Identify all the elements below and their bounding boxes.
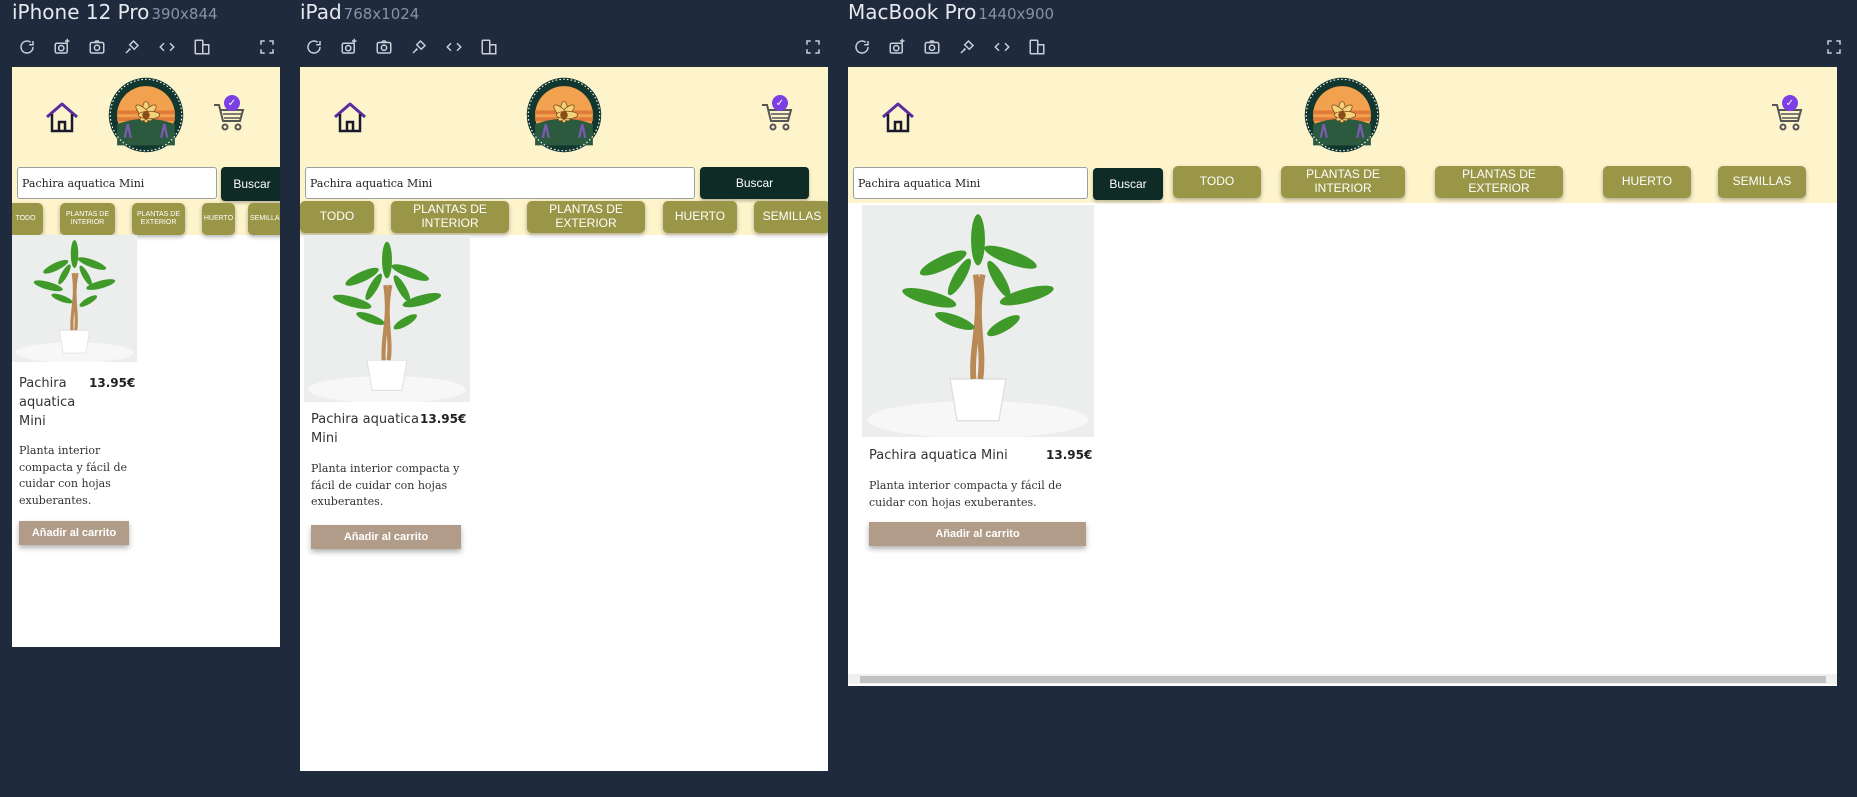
category-exterior-button[interactable]: PLANTAS DE EXTERIOR	[132, 203, 185, 235]
product-description: Planta interior compacta y fácil de cuid…	[311, 462, 460, 508]
cart-badge: ✓	[772, 95, 788, 111]
device-switch-icon[interactable]	[191, 36, 213, 58]
device-iphone: iPhone 12 Pro 390x844 ✓ Pachira aquatica…	[12, 0, 282, 650]
search-button[interactable]: Buscar	[700, 167, 809, 199]
category-huerto-button[interactable]: HUERTO	[1603, 166, 1691, 198]
logo[interactable]	[1304, 77, 1380, 153]
category-exterior-button[interactable]: PLANTAS DE EXTERIOR	[527, 201, 645, 233]
camera-icon[interactable]	[373, 36, 395, 58]
scrollbar-thumb[interactable]	[860, 676, 1826, 683]
product-image[interactable]	[862, 205, 1094, 437]
store-header: ✓ Buscar TODO PLANTAS DE INTERIOR PLANTA…	[12, 67, 280, 235]
device-toolbar	[12, 36, 282, 60]
rotate-pin-icon[interactable]	[956, 36, 978, 58]
product-image[interactable]	[12, 235, 137, 362]
device-ipad: iPad 768x1024 ✓ Pachira aquatica Mini Bu…	[300, 0, 830, 775]
device-size: 768x1024	[343, 5, 420, 23]
device-size: 390x844	[151, 5, 218, 23]
device-name: iPhone 12 Pro	[12, 0, 150, 24]
category-todo-button[interactable]: TODO	[300, 201, 374, 233]
store-header: ✓ Buscar TODO PLANTAS DE INTERIOR PLANTA…	[848, 67, 1837, 203]
refresh-icon[interactable]	[303, 36, 325, 58]
horizontal-scrollbar[interactable]	[848, 674, 1837, 684]
search-input[interactable]	[17, 167, 217, 199]
search-button[interactable]: Buscar	[221, 167, 280, 201]
home-icon[interactable]	[880, 100, 916, 134]
logo[interactable]	[108, 77, 184, 153]
product-description: Planta interior compacta y fácil de cuid…	[869, 479, 1062, 509]
rotate-pin-icon[interactable]	[408, 36, 430, 58]
refresh-icon[interactable]	[851, 36, 873, 58]
viewport-macbook: ✓ Buscar TODO PLANTAS DE INTERIOR PLANTA…	[848, 67, 1837, 686]
home-icon[interactable]	[332, 100, 368, 134]
viewport-iphone: ✓ Buscar TODO PLANTAS DE INTERIOR PLANTA…	[12, 67, 280, 647]
code-icon[interactable]	[443, 36, 465, 58]
category-interior-button[interactable]: PLANTAS DE INTERIOR	[60, 203, 115, 235]
cart-icon[interactable]: ✓	[212, 95, 248, 133]
fullscreen-icon[interactable]	[1823, 36, 1845, 58]
category-huerto-button[interactable]: HUERTO	[202, 203, 235, 235]
code-icon[interactable]	[991, 36, 1013, 58]
product-name: Pachira aquatica Mini	[869, 448, 1008, 463]
product-image[interactable]	[304, 235, 470, 402]
add-to-cart-button[interactable]: Añadir al carrito	[869, 522, 1086, 546]
fullscreen-icon[interactable]	[256, 36, 278, 58]
camera-icon[interactable]	[921, 36, 943, 58]
product-price: 13.95€	[89, 376, 136, 390]
category-huerto-button[interactable]: HUERTO	[663, 201, 737, 233]
add-to-cart-button[interactable]: Añadir al carrito	[311, 525, 461, 549]
screenshot-add-icon[interactable]	[51, 36, 73, 58]
product-name: Pachira aquatica Mini	[19, 376, 76, 429]
device-name: MacBook Pro	[848, 0, 977, 24]
category-semillas-button[interactable]: SEMILLAS	[248, 203, 280, 235]
product-description: Planta interior compacta y fácil de cuid…	[19, 444, 128, 507]
device-macbook: MacBook Pro 1440x900 ✓ Pachira aquatica …	[848, 0, 1850, 690]
category-semillas-button[interactable]: SEMILLAS	[1718, 166, 1806, 198]
screenshot-add-icon[interactable]	[886, 36, 908, 58]
product-name: Pachira aquatica Mini	[311, 412, 419, 446]
logo[interactable]	[526, 77, 602, 153]
rotate-pin-icon[interactable]	[121, 36, 143, 58]
camera-icon[interactable]	[86, 36, 108, 58]
device-switch-icon[interactable]	[478, 36, 500, 58]
search-input[interactable]	[305, 167, 695, 199]
device-switch-icon[interactable]	[1026, 36, 1048, 58]
store-header: ✓ Buscar TODO PLANTAS DE INTERIOR PLANTA…	[300, 67, 828, 235]
category-todo-button[interactable]: TODO	[12, 203, 43, 235]
category-exterior-button[interactable]: PLANTAS DE EXTERIOR	[1435, 166, 1563, 198]
device-title: iPad 768x1024	[300, 0, 419, 24]
device-name: iPad	[300, 0, 342, 24]
category-todo-button[interactable]: TODO	[1173, 166, 1261, 198]
cart-icon[interactable]: ✓	[760, 95, 796, 133]
search-button[interactable]: Buscar	[1093, 168, 1163, 200]
screenshot-add-icon[interactable]	[338, 36, 360, 58]
category-semillas-button[interactable]: SEMILLAS	[754, 201, 828, 233]
refresh-icon[interactable]	[16, 36, 38, 58]
device-toolbar	[848, 36, 1850, 60]
viewport-ipad: ✓ Buscar TODO PLANTAS DE INTERIOR PLANTA…	[300, 67, 828, 771]
category-interior-button[interactable]: PLANTAS DE INTERIOR	[1281, 166, 1405, 198]
home-icon[interactable]	[44, 100, 80, 134]
cart-badge: ✓	[1782, 95, 1798, 111]
fullscreen-icon[interactable]	[802, 36, 824, 58]
search-input[interactable]	[853, 167, 1088, 199]
category-interior-button[interactable]: PLANTAS DE INTERIOR	[391, 201, 509, 233]
device-title: MacBook Pro 1440x900	[848, 0, 1054, 24]
cart-badge: ✓	[224, 95, 240, 111]
code-icon[interactable]	[156, 36, 178, 58]
device-title: iPhone 12 Pro 390x844	[12, 0, 218, 24]
product-price: 13.95€	[420, 412, 467, 426]
cart-icon[interactable]: ✓	[1770, 95, 1806, 133]
device-toolbar	[300, 36, 830, 60]
product-price: 13.95€	[1046, 448, 1093, 462]
add-to-cart-button[interactable]: Añadir al carrito	[19, 521, 129, 545]
device-size: 1440x900	[978, 5, 1055, 23]
